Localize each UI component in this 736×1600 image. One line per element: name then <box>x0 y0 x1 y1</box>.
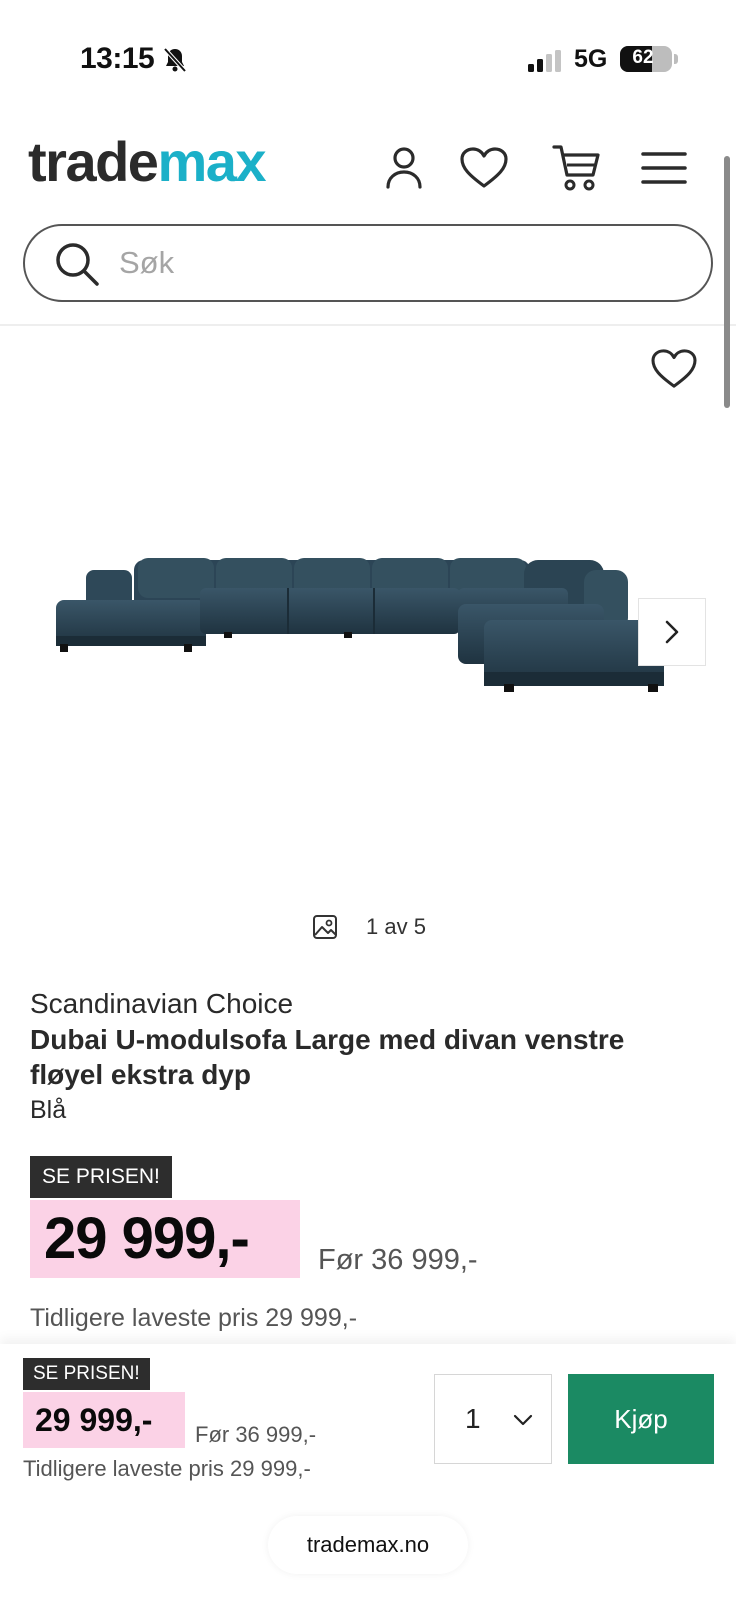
page-scrollbar[interactable] <box>724 156 730 408</box>
account-button[interactable] <box>376 140 432 196</box>
price-badge: SE PRISEN! <box>30 1156 172 1198</box>
trademax-logo[interactable]: trademax <box>28 134 267 190</box>
search-input[interactable] <box>119 236 679 290</box>
image-counter-text: 1 av 5 <box>366 914 426 939</box>
user-icon <box>386 147 422 189</box>
logo-text-max: max <box>157 130 266 193</box>
header-divider <box>0 324 736 326</box>
heart-icon <box>460 147 508 188</box>
chevron-down-icon <box>513 1414 533 1426</box>
logo-text-trade: trade <box>28 130 159 193</box>
buybar-price: 29 999,- <box>35 1402 153 1438</box>
cart-icon <box>552 145 600 191</box>
battery-percent: 62 <box>632 47 654 68</box>
search-bar[interactable] <box>23 224 713 302</box>
image-counter: 1 av 5 <box>312 912 426 942</box>
status-time: 13:15 <box>80 42 155 75</box>
battery-nub <box>674 54 678 64</box>
wishlist-button[interactable] <box>456 140 512 196</box>
buy-button[interactable]: Kjøp <box>568 1374 714 1464</box>
menu-button[interactable] <box>636 140 692 196</box>
network-type: 5G <box>574 45 608 73</box>
product-image-sofa[interactable] <box>44 540 684 720</box>
lowest-price-note: Tidligere laveste pris 29 999,- <box>30 1304 358 1332</box>
add-to-wishlist-button[interactable] <box>650 348 706 400</box>
buybar-price-highlight: 29 999,- <box>23 1392 185 1448</box>
search-icon <box>56 243 99 286</box>
product-price: 29 999,- <box>44 1206 250 1271</box>
bell-muted-icon <box>163 47 187 73</box>
buybar-before-price: Før 36 999,- <box>195 1422 317 1447</box>
buybar-lowest-price-note: Tidligere laveste pris 29 999,- <box>23 1456 311 1481</box>
product-color: Blå <box>30 1096 67 1124</box>
status-bar: 13:15 5G 62 <box>0 0 736 120</box>
quantity-value: 1 <box>465 1403 481 1434</box>
quantity-select[interactable]: 1 <box>434 1374 552 1464</box>
signal-icon <box>528 50 561 72</box>
menu-icon <box>641 152 687 184</box>
buybar-price-badge: SE PRISEN! <box>23 1358 150 1390</box>
before-price: Før 36 999,- <box>318 1244 478 1276</box>
image-icon <box>313 915 337 939</box>
price-highlight: 29 999,- <box>30 1200 300 1278</box>
cart-button[interactable] <box>548 140 604 196</box>
chevron-right-icon <box>665 620 679 644</box>
product-title: Dubai U-modulsofa Large med divan venstr… <box>30 1024 625 1090</box>
next-image-button[interactable] <box>638 598 706 666</box>
browser-url-pill[interactable]: trademax.no <box>268 1516 468 1574</box>
heart-icon <box>651 349 697 388</box>
product-brand[interactable]: Scandinavian Choice <box>30 988 293 1020</box>
battery-icon: 62 <box>620 46 672 72</box>
